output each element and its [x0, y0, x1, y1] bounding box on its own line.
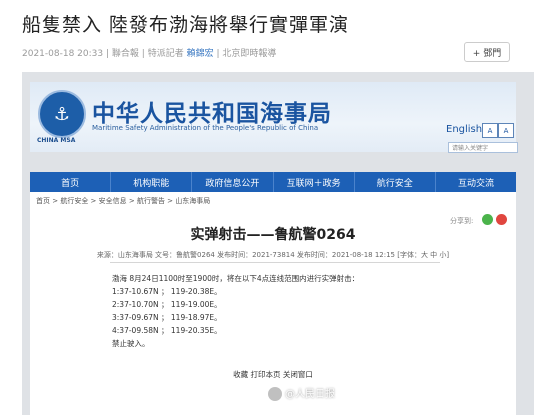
- english-link[interactable]: English: [446, 124, 482, 135]
- notice-line: 禁止驶入。: [112, 339, 150, 348]
- nav-home[interactable]: 首页: [30, 172, 112, 192]
- msa-logo: ⚓: [38, 90, 86, 138]
- author-link[interactable]: 賴錦宏: [187, 49, 214, 59]
- site-header: ⚓ CHINA MSA 中华人民共和国海事局 Maritime Safety A…: [30, 82, 518, 153]
- author-prefix: 特派記者: [147, 49, 184, 59]
- article-location: 北京即時報導: [222, 49, 277, 59]
- site-nav: 首页 机构职能 政府信息公开 互联网＋政务 航行安全 互动交流: [30, 172, 516, 192]
- article-date: 2021-08-18 20:33: [22, 49, 104, 59]
- nav-functions[interactable]: 机构职能: [111, 172, 193, 192]
- font-size-large[interactable]: A: [482, 123, 498, 138]
- watermark: @人民日报: [268, 385, 335, 401]
- site-title: 中华人民共和国海事局: [92, 100, 332, 127]
- site-subtitle: Maritime Safety Administration of the Pe…: [92, 124, 319, 132]
- notice-body: 渤海 8月24日1100时至1900时，将在以下4点连线范围内进行实弹射击： 1…: [112, 272, 359, 350]
- nav-interact[interactable]: 互动交流: [436, 172, 516, 192]
- embedded-screenshot: ⚓ CHINA MSA 中华人民共和国海事局 Maritime Safety A…: [22, 72, 534, 415]
- article-source: 聯合報: [111, 49, 139, 59]
- notice-line: 4:37-09.58N ； 119-20.35E。: [112, 326, 222, 335]
- nav-safety[interactable]: 航行安全: [355, 172, 436, 192]
- watermark-text: @人民日报: [285, 389, 335, 400]
- article-headline: 船隻禁入 陸發布渤海將舉行實彈軍演: [22, 14, 350, 36]
- notice-line: 渤海 8月24日1100时至1900时，将在以下4点连线范围内进行实弹射击：: [112, 274, 360, 283]
- site-search-input[interactable]: 请输入关键字: [448, 142, 518, 153]
- anchor-icon: ⚓: [53, 103, 71, 125]
- font-size-medium[interactable]: A: [498, 123, 514, 138]
- notice-title: 实弹射击——鲁航警0264: [190, 227, 356, 243]
- notice-line: 1:37-10.67N ； 119-20.38E。: [112, 287, 222, 296]
- notice-line: 2:37-10.70N ； 119-19.00E。: [112, 300, 222, 309]
- notice-footer-links[interactable]: 收藏 打印本页 关闭窗口: [30, 369, 516, 380]
- divider: [110, 262, 440, 263]
- logo-text: CHINA MSA: [37, 137, 76, 144]
- nav-egov[interactable]: 互联网＋政务: [274, 172, 355, 192]
- notice-meta: 来源：山东海事局 文号：鲁航警0264 发布时间：2021-73814 发布时间…: [96, 251, 450, 259]
- nav-info[interactable]: 政府信息公开: [192, 172, 274, 192]
- notice-line: 3:37-09.67N ； 119-18.97E。: [112, 313, 222, 322]
- weibo-watermark-icon: [268, 387, 282, 401]
- notice-content: 首页 > 航行安全 > 安全信息 > 航行警告 > 山东海事局 分享到: 实弹射…: [30, 192, 516, 415]
- breadcrumb[interactable]: 首页 > 航行安全 > 安全信息 > 航行警告 > 山东海事局: [36, 196, 210, 206]
- article-meta: 2021-08-18 20:33 | 聯合報 | 特派記者 賴錦宏 | 北京即時…: [22, 49, 277, 59]
- follow-button[interactable]: + 鄧門: [464, 42, 510, 62]
